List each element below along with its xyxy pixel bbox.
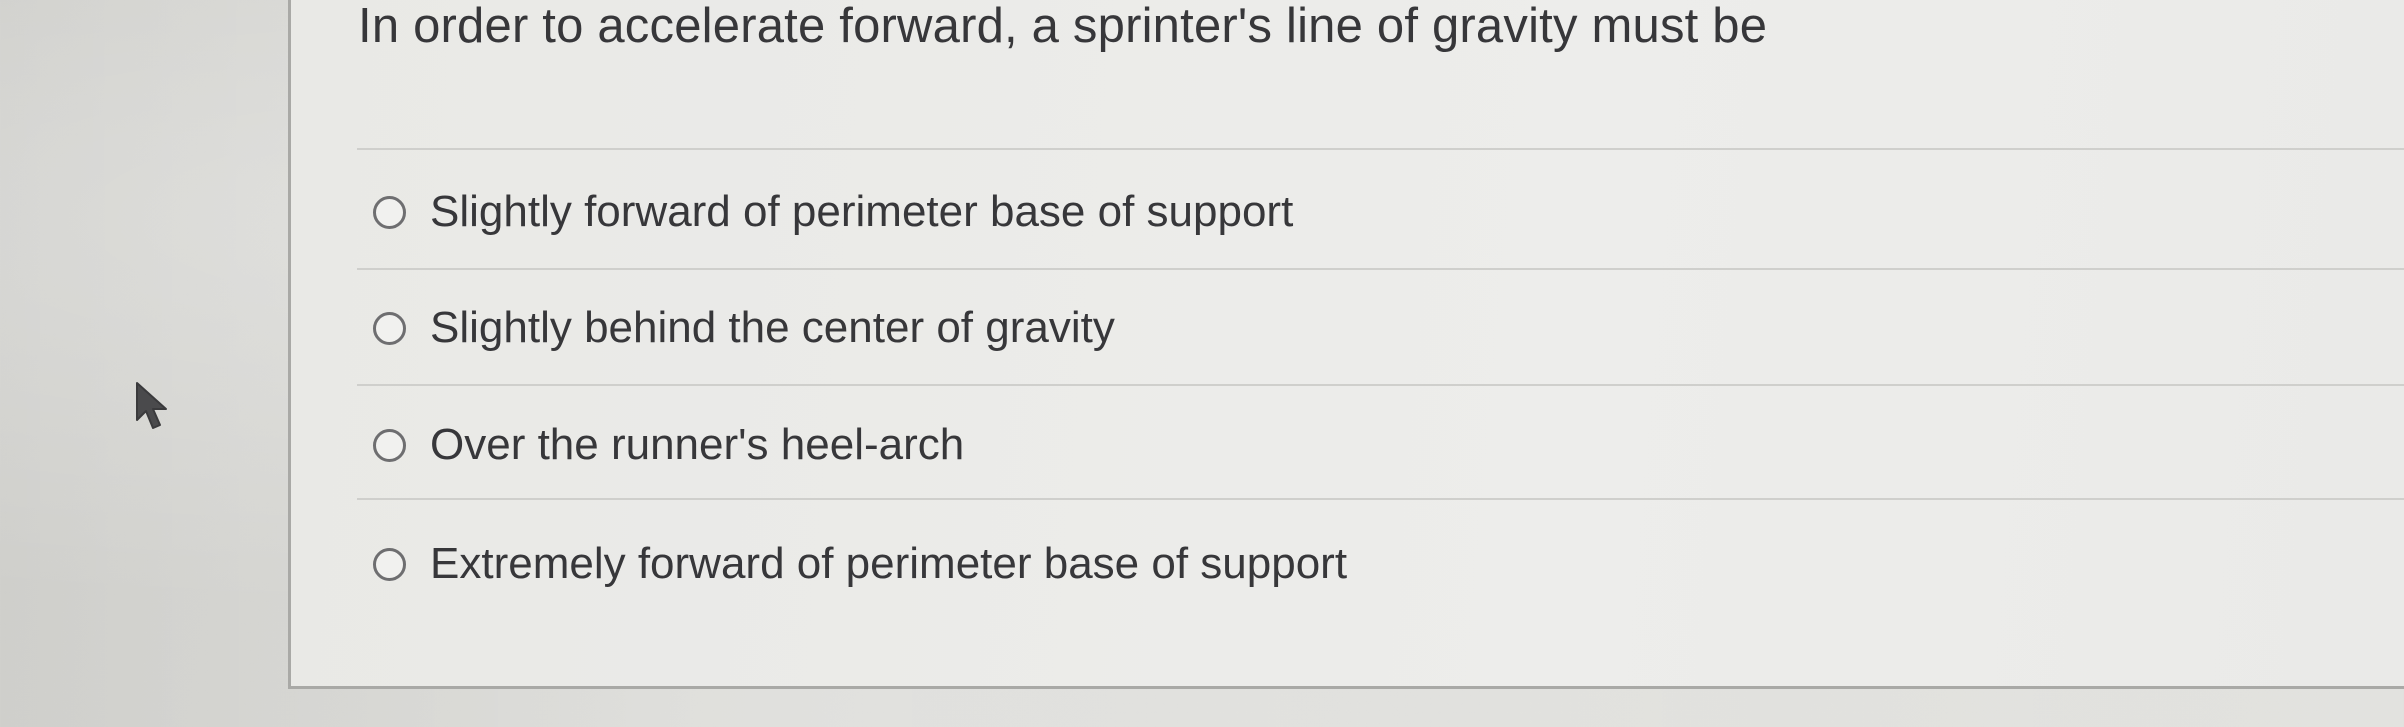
answer-option-label: Slightly behind the center of gravity [430,303,1115,352]
mouse-pointer-icon [136,382,167,429]
question-card: In order to accelerate forward, a sprint… [288,0,2404,689]
option-divider [357,498,2404,500]
question-divider [357,148,2404,150]
radio-button-icon[interactable] [373,195,406,229]
answer-option-2[interactable]: Slightly behind the center of gravity [373,293,1115,363]
option-divider [357,268,2404,270]
screen-background: In order to accelerate forward, a sprint… [0,0,2404,727]
answer-option-label: Over the runner's heel-arch [430,420,965,469]
question-text: In order to accelerate forward, a sprint… [358,0,1768,53]
answer-option-3[interactable]: Over the runner's heel-arch [373,410,964,480]
answer-option-1[interactable]: Slightly forward of perimeter base of su… [373,177,1293,247]
radio-button-icon[interactable] [373,547,406,581]
answer-option-4[interactable]: Extremely forward of perimeter base of s… [373,529,1347,599]
radio-button-icon[interactable] [373,428,406,462]
answer-option-label: Slightly forward of perimeter base of su… [430,187,1294,236]
option-divider [357,384,2404,386]
radio-button-icon[interactable] [373,311,406,345]
answer-option-label: Extremely forward of perimeter base of s… [430,539,1348,588]
